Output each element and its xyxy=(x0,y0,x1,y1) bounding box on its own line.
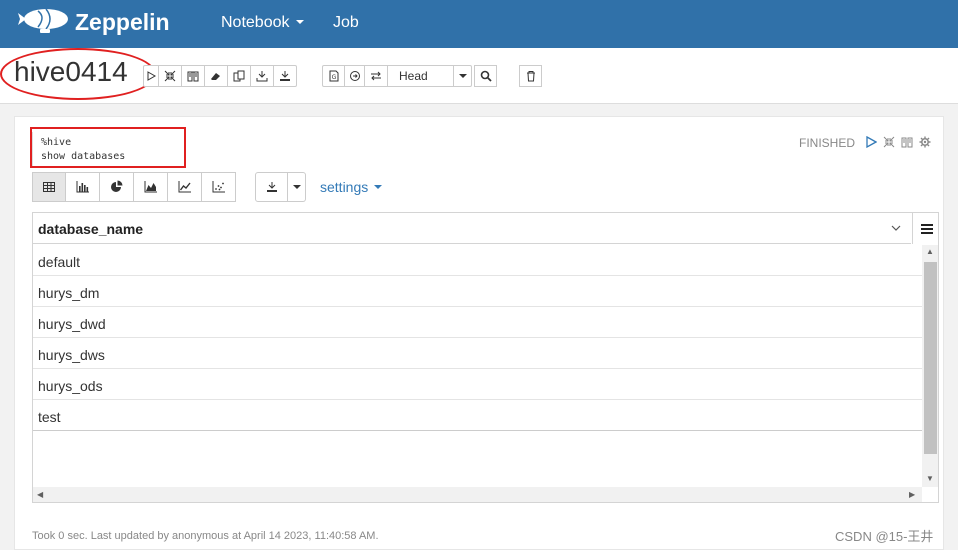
pie-chart-icon xyxy=(110,180,122,192)
zeppelin-logo[interactable] xyxy=(16,5,70,39)
horizontal-scrollbar[interactable]: ◀ ▶ xyxy=(33,487,922,502)
result-table: database_name default hurys_dm hurys_dwd… xyxy=(32,212,939,503)
gear-icon[interactable] xyxy=(919,136,931,148)
book-icon[interactable] xyxy=(901,136,913,148)
scroll-left-arrow-icon[interactable]: ◀ xyxy=(37,490,43,499)
bar-chart-icon xyxy=(76,181,89,193)
download-icon xyxy=(280,71,290,81)
watermark: CSDN @15-王井 xyxy=(835,529,934,544)
table-body: default hurys_dm hurys_dwd hurys_dws hur… xyxy=(33,245,922,431)
scroll-up-arrow-icon[interactable]: ▲ xyxy=(926,247,934,256)
area-chart-icon xyxy=(144,181,157,193)
paragraph-footer: Took 0 sec. Last updated by anonymous at… xyxy=(32,530,379,542)
nav-job[interactable]: Job xyxy=(333,14,359,32)
vertical-scrollbar[interactable]: ▲ ▼ xyxy=(922,245,938,487)
visualization-switcher xyxy=(32,172,236,202)
note-action-group xyxy=(143,65,297,87)
export-button[interactable] xyxy=(251,65,274,87)
caret-icon xyxy=(295,20,304,24)
hide-output-button[interactable] xyxy=(182,65,205,87)
head-dropdown-toggle[interactable] xyxy=(454,65,472,87)
note-header: hive0414 G Head xyxy=(0,48,958,104)
version-button[interactable]: G xyxy=(322,65,345,87)
run-icon[interactable] xyxy=(865,136,877,148)
download-button[interactable] xyxy=(274,65,297,87)
collapse-icon xyxy=(164,70,176,82)
clone-button[interactable] xyxy=(228,65,251,87)
scrollbar-thumb[interactable] xyxy=(924,262,937,454)
eraser-icon xyxy=(211,73,220,80)
download-icon xyxy=(266,182,277,192)
area-chart-button[interactable] xyxy=(134,172,168,202)
brand[interactable]: Zeppelin xyxy=(75,9,170,36)
revision-button[interactable] xyxy=(365,65,388,87)
caret-down-icon xyxy=(458,74,467,78)
paragraph-controls xyxy=(865,136,931,148)
svg-text:G: G xyxy=(331,74,336,81)
caret-down-icon xyxy=(374,185,383,189)
version-group: G Head xyxy=(322,65,472,87)
menu-icon xyxy=(920,223,933,234)
download-dropdown-toggle[interactable] xyxy=(288,172,306,202)
column-header[interactable]: database_name xyxy=(33,213,911,244)
delete-note-button[interactable] xyxy=(519,65,542,87)
navbar: Zeppelin Notebook Job xyxy=(0,0,958,48)
settings-toggle[interactable]: settings xyxy=(320,179,383,195)
export-icon xyxy=(256,71,268,82)
revision-icon xyxy=(371,71,381,81)
clone-icon xyxy=(233,70,245,82)
annotation-ellipse xyxy=(0,48,156,100)
scroll-down-arrow-icon[interactable]: ▼ xyxy=(926,474,934,483)
run-icon xyxy=(147,71,157,81)
table-row[interactable]: hurys_dm xyxy=(33,276,922,307)
head-label: Head xyxy=(399,69,428,83)
status-label: FINISHED xyxy=(799,136,856,150)
line-chart-icon xyxy=(178,181,191,193)
trash-icon xyxy=(526,71,535,82)
settings-label: settings xyxy=(320,179,369,195)
caret-down-icon xyxy=(292,185,301,189)
scatter-chart-button[interactable] xyxy=(202,172,236,202)
column-header-label: database_name xyxy=(38,221,144,237)
run-all-button[interactable] xyxy=(143,65,159,87)
commit-button[interactable] xyxy=(345,65,365,87)
table-row[interactable]: hurys_dws xyxy=(33,338,922,369)
table-row[interactable]: default xyxy=(33,245,922,276)
annotation-rectangle xyxy=(30,127,186,168)
hide-code-button[interactable] xyxy=(159,65,182,87)
clear-output-button[interactable] xyxy=(205,65,228,87)
book-icon xyxy=(187,71,199,82)
nav-notebook[interactable]: Notebook xyxy=(221,14,304,32)
table-row[interactable]: hurys_ods xyxy=(33,369,922,400)
line-chart-button[interactable] xyxy=(168,172,202,202)
commit-icon xyxy=(349,71,360,81)
collapse-icon[interactable] xyxy=(883,136,895,148)
chevron-down-icon[interactable] xyxy=(891,224,901,232)
table-row[interactable]: hurys_dwd xyxy=(33,307,922,338)
nav-notebook-label: Notebook xyxy=(221,14,290,31)
paragraph: %hive show databases FINISHED settings d… xyxy=(14,116,944,550)
search-icon xyxy=(480,70,492,82)
download-data-button[interactable] xyxy=(255,172,288,202)
table-icon xyxy=(43,182,55,192)
grid-menu-button[interactable] xyxy=(912,213,938,244)
download-group xyxy=(255,172,306,202)
scroll-right-arrow-icon[interactable]: ▶ xyxy=(909,490,915,499)
pie-chart-button[interactable] xyxy=(100,172,134,202)
version-icon: G xyxy=(329,70,338,82)
table-row[interactable]: test xyxy=(33,400,922,431)
bar-chart-button[interactable] xyxy=(66,172,100,202)
head-select[interactable]: Head xyxy=(388,65,454,87)
table-view-button[interactable] xyxy=(32,172,66,202)
scatter-chart-icon xyxy=(212,181,225,193)
search-button[interactable] xyxy=(474,65,497,87)
